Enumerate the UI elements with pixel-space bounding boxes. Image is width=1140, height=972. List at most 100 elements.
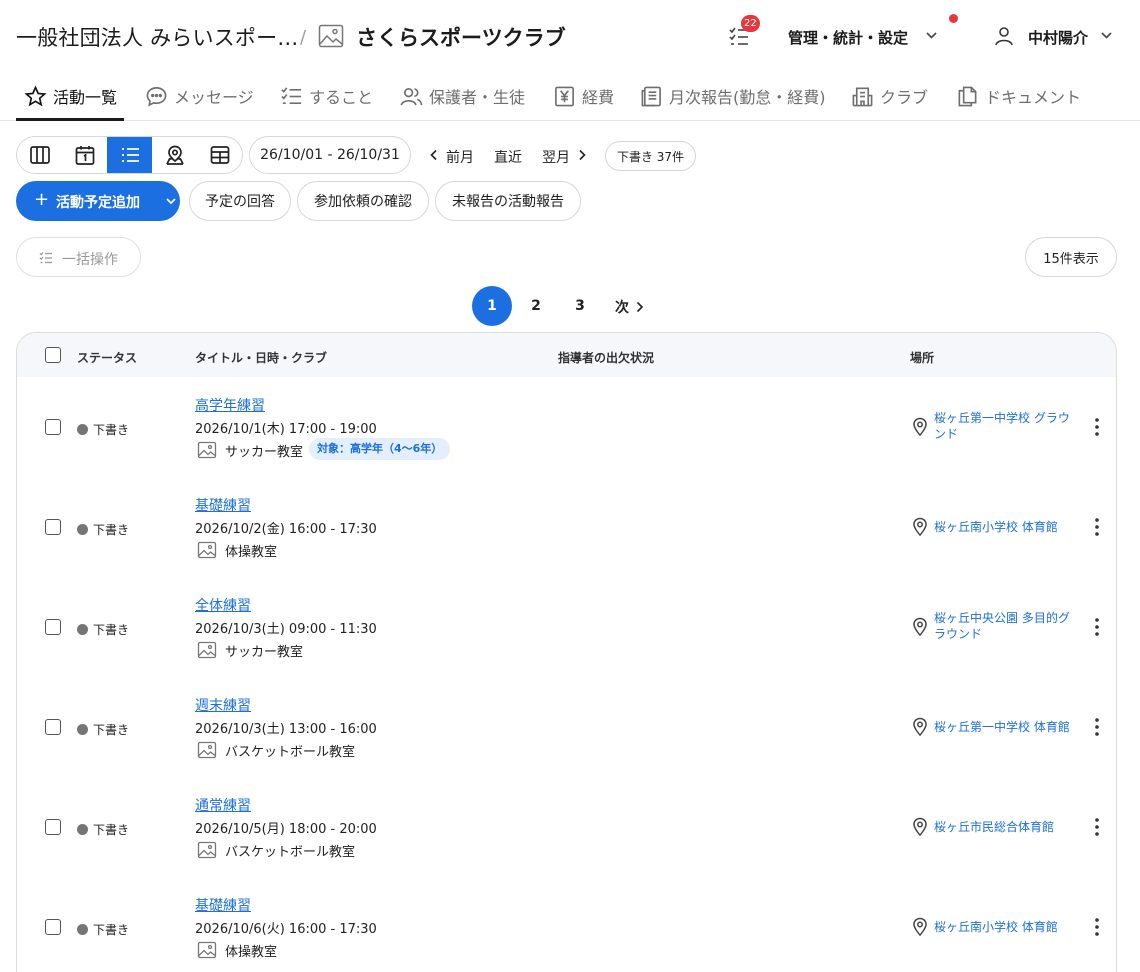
- participation-request-button[interactable]: 参加依頼の確認: [297, 181, 429, 221]
- more-options-icon[interactable]: [1093, 617, 1101, 637]
- tab-expenses[interactable]: 経費: [553, 72, 614, 120]
- row-checkbox[interactable]: [45, 919, 61, 935]
- tab-label: 活動一覧: [53, 88, 118, 107]
- activity-title-link[interactable]: 全体練習: [195, 595, 251, 615]
- add-activity-label: 活動予定追加: [56, 195, 140, 211]
- user-name[interactable]: 中村陽介: [1028, 27, 1088, 48]
- club-image-icon: [197, 541, 217, 559]
- plus-icon: +: [34, 189, 50, 210]
- recent-link[interactable]: 直近: [494, 147, 522, 167]
- tab-club[interactable]: クラブ: [851, 72, 928, 120]
- activity-title-link[interactable]: 基礎練習: [195, 495, 251, 515]
- chevron-left-icon[interactable]: [429, 149, 439, 161]
- activity-title-link[interactable]: 高学年練習: [195, 395, 265, 415]
- tab-messages[interactable]: メッセージ: [145, 72, 254, 120]
- status-dot: [77, 824, 88, 835]
- table-header: ステータス タイトル・日時・クラブ 指導者の出欠状況 場所: [17, 333, 1116, 377]
- row-checkbox[interactable]: [45, 819, 61, 835]
- status-dot: [77, 724, 88, 735]
- status-badge: 下書き: [77, 521, 129, 538]
- view-list-button[interactable]: [107, 137, 152, 173]
- tab-label: すること: [309, 88, 374, 107]
- place-link[interactable]: 桜ヶ丘市民総合体育館: [934, 819, 1084, 835]
- next-month-link[interactable]: 翌月: [542, 147, 570, 167]
- club-name[interactable]: さくらスポーツクラブ: [356, 22, 566, 52]
- place-link[interactable]: 桜ヶ丘第一中学校 グラウ ンド: [934, 410, 1084, 442]
- table-row[interactable]: 下書き 全体練習 2026/10/3(土) 09:00 - 11:30 サッカー教室 桜…: [17, 577, 1116, 677]
- row-checkbox[interactable]: [45, 519, 61, 535]
- star-icon: [24, 84, 47, 106]
- admin-menu-label[interactable]: 管理・統計・設定: [788, 27, 908, 48]
- page-1-button[interactable]: 1: [472, 286, 512, 326]
- more-options-icon[interactable]: [1093, 817, 1101, 837]
- view-table-button[interactable]: [197, 137, 242, 173]
- status-badge: 下書き: [77, 721, 129, 738]
- schedule-answer-button[interactable]: 予定の回答: [189, 181, 291, 221]
- checklist-icon: [281, 86, 302, 104]
- tab-activities[interactable]: 活動一覧: [24, 72, 117, 120]
- select-all-checkbox[interactable]: [45, 347, 61, 363]
- chevron-down-icon[interactable]: [925, 29, 938, 41]
- tab-documents[interactable]: ドキュメント: [956, 72, 1081, 120]
- activity-title-link[interactable]: 基礎練習: [195, 895, 251, 915]
- row-checkbox[interactable]: [45, 719, 61, 735]
- chevron-down-icon[interactable]: [1100, 29, 1113, 41]
- location-pin-icon: [913, 517, 927, 537]
- place-link[interactable]: 桜ヶ丘第一中学校 体育館: [934, 719, 1084, 735]
- tab-todo[interactable]: すること: [280, 72, 373, 120]
- building-icon: [852, 87, 873, 106]
- place-link[interactable]: 桜ヶ丘南小学校 体育館: [934, 919, 1084, 935]
- next-page-label: 次: [615, 300, 629, 316]
- report-icon: [641, 86, 661, 106]
- club-image-icon: [318, 24, 344, 48]
- tab-label: クラブ: [880, 88, 929, 107]
- status-label: 下書き: [93, 923, 130, 937]
- view-map-button[interactable]: [152, 137, 197, 173]
- activity-datetime: 2026/10/2(金) 16:00 - 17:30: [195, 522, 377, 537]
- active-tab-indicator: [16, 118, 124, 121]
- header-status: ステータス: [77, 351, 138, 365]
- tab-monthly-report[interactable]: 月次報告(勤怠・経費): [640, 72, 826, 120]
- activity-datetime: 2026/10/3(土) 09:00 - 11:30: [195, 622, 377, 637]
- next-page-button[interactable]: 次: [615, 297, 644, 317]
- table-row[interactable]: 下書き 週末練習 2026/10/3(土) 13:00 - 16:00 バスケットボー…: [17, 677, 1116, 777]
- unreported-activity-button[interactable]: 未報告の活動報告: [435, 181, 581, 221]
- page-2-button[interactable]: 2: [516, 286, 556, 326]
- place-line-1: 桜ヶ丘第一中学校 体育館: [934, 720, 1070, 734]
- club-name: 体操教室: [225, 945, 278, 960]
- prev-month-link[interactable]: 前月: [446, 147, 474, 167]
- status-badge: 下書き: [77, 921, 129, 938]
- date-range-picker[interactable]: 26/10/01 - 26/10/31: [249, 136, 411, 174]
- view-board-button[interactable]: [17, 137, 62, 173]
- activity-title-link[interactable]: 通常練習: [195, 795, 251, 815]
- more-options-icon[interactable]: [1093, 717, 1101, 737]
- table-row[interactable]: 下書き 高学年練習 2026/10/1(木) 17:00 - 19:00 サッカー教室…: [17, 377, 1116, 477]
- club-image-icon: [197, 941, 217, 959]
- table-row[interactable]: 下書き 基礎練習 2026/10/6(火) 16:00 - 17:30 体操教室 桜ヶ丘…: [17, 877, 1116, 972]
- table-row[interactable]: 下書き 基礎練習 2026/10/2(金) 16:00 - 17:30 体操教室 桜ヶ丘…: [17, 477, 1116, 577]
- club-image-icon: [197, 441, 217, 459]
- view-calendar-button[interactable]: [62, 137, 107, 173]
- more-options-icon[interactable]: [1093, 517, 1101, 537]
- page-3-button[interactable]: 3: [560, 286, 600, 326]
- more-options-icon[interactable]: [1093, 417, 1101, 437]
- activity-datetime: 2026/10/1(木) 17:00 - 19:00: [195, 422, 377, 437]
- add-activity-button[interactable]: + 活動予定追加: [16, 181, 180, 221]
- list-icon: [121, 148, 139, 162]
- status-label: 下書き: [93, 423, 130, 437]
- per-page-select[interactable]: 15件表示: [1025, 237, 1117, 277]
- activity-title-link[interactable]: 週末練習: [195, 695, 251, 715]
- more-options-icon[interactable]: [1093, 917, 1101, 937]
- place-link[interactable]: 桜ヶ丘中央公園 多目的グ ラウンド: [934, 610, 1084, 642]
- drafts-count-button[interactable]: 下書き 37件: [605, 141, 696, 171]
- place-link[interactable]: 桜ヶ丘南小学校 体育館: [934, 519, 1084, 535]
- row-checkbox[interactable]: [45, 619, 61, 635]
- table-row[interactable]: 下書き 通常練習 2026/10/5(月) 18:00 - 20:00 バスケットボー…: [17, 777, 1116, 877]
- bulk-action-button[interactable]: 一括操作: [16, 237, 141, 277]
- organization-name[interactable]: 一般社団法人 みらいスポー…: [16, 22, 298, 52]
- tab-guardians-students[interactable]: 保護者・生徒: [400, 72, 525, 120]
- user-icon[interactable]: [994, 26, 1014, 46]
- breadcrumb-separator: /: [300, 27, 307, 48]
- chevron-right-icon[interactable]: [577, 149, 587, 161]
- row-checkbox[interactable]: [45, 419, 61, 435]
